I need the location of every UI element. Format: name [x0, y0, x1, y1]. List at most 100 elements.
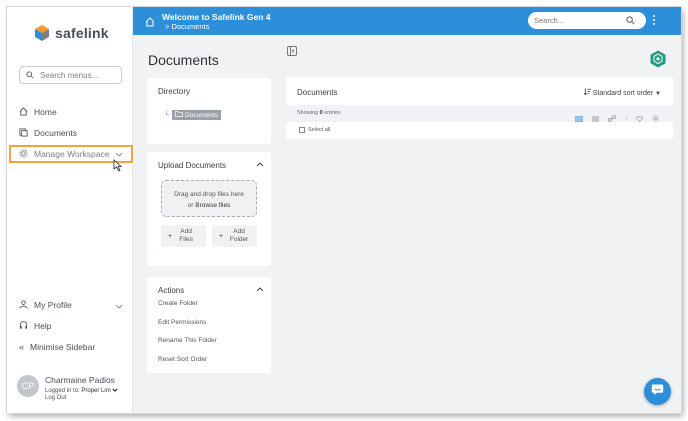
- tree-view-icon[interactable]: [608, 109, 617, 127]
- gear-icon: [19, 148, 28, 160]
- search-icon: [26, 66, 34, 84]
- brand-name: safelink: [55, 25, 109, 41]
- sort-label: Standard sort order: [592, 90, 654, 97]
- chevron-down-icon: [115, 150, 123, 159]
- select-all-checkbox[interactable]: [299, 127, 305, 133]
- showing-prefix: Showing: [297, 110, 319, 116]
- sidebar-item-my-profile[interactable]: My Profile: [19, 298, 123, 312]
- chat-bubble-icon: [651, 383, 664, 401]
- add-folder-label: Add Folder: [229, 228, 249, 243]
- sidebar-item-label: Help: [34, 321, 52, 331]
- actions-panel: Actions Create Folder Edit Permissions R…: [147, 277, 271, 373]
- help-icon: [19, 320, 28, 332]
- chevron-down-icon[interactable]: [112, 388, 119, 394]
- add-folder-button[interactable]: + Add Folder: [212, 225, 257, 247]
- sidebar-item-home[interactable]: Home: [19, 105, 57, 119]
- brand-logo[interactable]: safelink: [33, 24, 109, 42]
- sort-icon: [583, 88, 593, 97]
- showing-suffix: entries: [324, 110, 341, 116]
- folder-icon: [175, 111, 183, 119]
- user-name: Charmaine Padios: [45, 375, 115, 385]
- action-create-folder[interactable]: Create Folder: [147, 300, 271, 319]
- documents-icon: [19, 127, 28, 139]
- list-view-icon[interactable]: [592, 109, 600, 127]
- user-icon: [19, 299, 28, 311]
- documents-card-title: Documents: [297, 88, 338, 97]
- sort-dropdown[interactable]: Standard sort order ▼: [583, 88, 661, 97]
- workspace-hex-icon[interactable]: [650, 50, 666, 73]
- sidebar-item-label: Home: [34, 107, 57, 117]
- documents-card: Documents Standard sort order ▼ Showing …: [286, 77, 673, 139]
- tree-item-label: Documents: [184, 111, 218, 119]
- chevron-up-icon[interactable]: [256, 285, 264, 294]
- add-files-label: Add Files: [179, 228, 193, 243]
- sidebar-item-label: Manage Workspace: [34, 149, 110, 159]
- home-icon: [19, 106, 28, 118]
- sidebar-item-label: My Profile: [34, 300, 72, 310]
- dropzone-text: Drag and drop files here: [174, 191, 244, 198]
- sidebar-search-input[interactable]: [40, 70, 114, 80]
- upload-panel: Upload Documents Drag and drop files her…: [147, 152, 271, 266]
- collapse-panel-icon[interactable]: [287, 43, 297, 61]
- page-title: Documents: [148, 52, 219, 68]
- app-window: safelink Home Documents Manage Workspac: [7, 7, 681, 413]
- select-all-label: Select all: [308, 127, 331, 133]
- directory-title: Directory: [158, 87, 191, 96]
- action-rename-folder[interactable]: Rename This Folder: [147, 337, 271, 356]
- chevron-up-icon[interactable]: [256, 160, 264, 169]
- heart-icon[interactable]: [636, 109, 643, 127]
- sidebar-item-help[interactable]: Help: [19, 319, 51, 333]
- action-edit-permissions[interactable]: Edit Permissions: [147, 319, 271, 338]
- search-icon[interactable]: [626, 12, 635, 30]
- caret-down-icon: ▼: [655, 91, 661, 97]
- separator: |: [625, 115, 627, 121]
- page-header-title: Welcome to Safelink Gen 4: [162, 12, 271, 22]
- add-files-button[interactable]: + Add Files: [161, 225, 206, 247]
- plus-icon: +: [168, 232, 173, 240]
- directory-panel: Directory └ Documents: [147, 78, 271, 144]
- logout-link[interactable]: Log Out: [45, 395, 118, 401]
- mouse-cursor-icon: [113, 159, 123, 177]
- sidebar-item-minimise[interactable]: « Minimise Sidebar: [19, 340, 95, 354]
- more-options-icon[interactable]: [652, 15, 656, 25]
- double-chevron-left-icon: «: [19, 342, 25, 352]
- chat-button[interactable]: [644, 378, 671, 405]
- sidebar-search[interactable]: [19, 66, 122, 84]
- workspace-select[interactable]: Proper Lim: [81, 388, 110, 394]
- logged-in-label: Logged in to:: [45, 388, 80, 394]
- entry-count: 0: [319, 110, 323, 116]
- home-icon[interactable]: [145, 14, 155, 32]
- header-search-input[interactable]: [534, 16, 626, 25]
- upload-title: Upload Documents: [158, 161, 227, 170]
- chevron-down-icon: [115, 301, 123, 311]
- entries-count: Showing 0 entries: [297, 110, 341, 116]
- breadcrumb[interactable]: > Documents: [165, 22, 209, 31]
- workspace-line: Logged in to: Proper Lim: [45, 388, 119, 394]
- user-block: CP Charmaine Padios Logged in to: Proper…: [17, 375, 119, 401]
- dropzone-or: or: [187, 202, 194, 209]
- browse-files-link[interactable]: Browse files: [195, 202, 230, 209]
- grid-view-icon[interactable]: [575, 109, 584, 127]
- safelink-logo-icon: [33, 24, 51, 42]
- file-dropzone[interactable]: Drag and drop files here or Browse files: [161, 180, 257, 217]
- plus-icon: +: [219, 232, 224, 240]
- sidebar-item-label: Documents: [34, 128, 77, 138]
- sidebar: safelink Home Documents Manage Workspac: [7, 7, 133, 413]
- directory-tree: └ Documents: [164, 110, 221, 120]
- actions-panel-header[interactable]: Actions: [147, 277, 271, 296]
- header-bar: Welcome to Safelink Gen 4 > Documents: [133, 7, 681, 35]
- settings-icon[interactable]: [652, 109, 659, 127]
- documents-toolbar: Showing 0 entries |: [286, 105, 673, 122]
- action-reset-sort-order[interactable]: Reset Sort Order: [147, 356, 271, 375]
- tree-item-documents[interactable]: Documents: [171, 110, 221, 120]
- dropzone-browse-line: or Browse files: [162, 200, 256, 211]
- tree-branch-icon: └: [164, 111, 169, 119]
- view-options: |: [575, 109, 659, 127]
- actions-title: Actions: [158, 286, 185, 295]
- upload-panel-header[interactable]: Upload Documents: [147, 152, 271, 177]
- sidebar-item-label: Minimise Sidebar: [30, 342, 96, 352]
- sidebar-item-documents[interactable]: Documents: [19, 126, 77, 140]
- select-all-control[interactable]: Select all: [299, 127, 330, 133]
- header-search[interactable]: [528, 12, 646, 29]
- avatar[interactable]: CP: [17, 375, 39, 397]
